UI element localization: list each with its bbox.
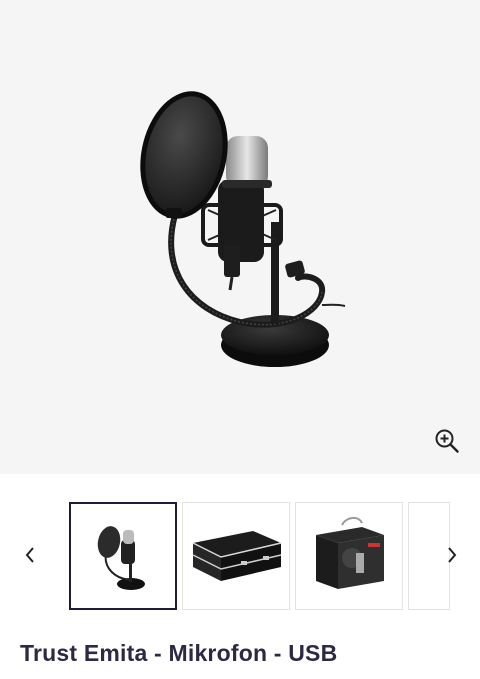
chevron-left-icon <box>25 547 34 563</box>
thumbnail-3[interactable] <box>295 502 403 610</box>
prev-image-button[interactable] <box>18 540 42 570</box>
thumbnail-1[interactable] <box>69 502 177 610</box>
thumbnail-carousel <box>0 502 480 610</box>
thumbnail-box-image <box>296 503 402 609</box>
thumbnail-2[interactable] <box>182 502 290 610</box>
thumbnail-case-image <box>183 503 289 609</box>
next-image-button[interactable] <box>440 540 464 570</box>
product-image-area[interactable] <box>0 0 480 474</box>
product-title: Trust Emita - Mikrofon - USB <box>20 640 338 666</box>
zoom-in-icon <box>435 429 459 453</box>
chevron-right-icon <box>448 547 457 563</box>
thumbnail-microphone-image <box>71 504 175 608</box>
zoom-button[interactable] <box>430 424 464 458</box>
product-main-image <box>140 91 346 367</box>
